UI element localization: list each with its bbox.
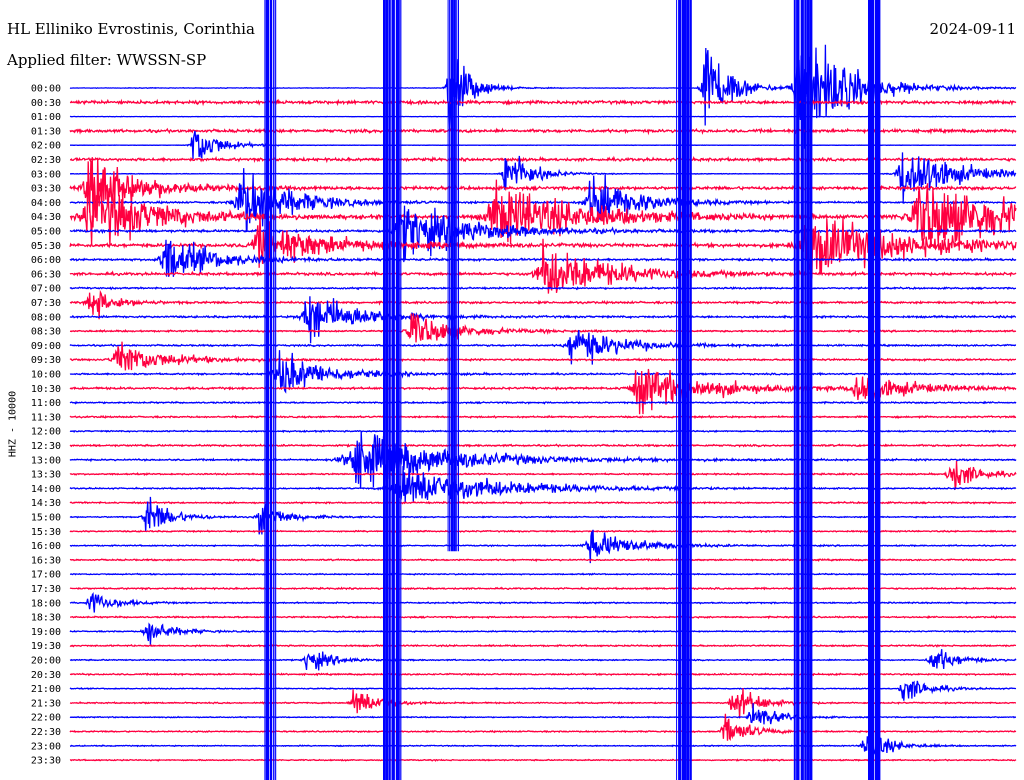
tick-label: 04:30 (31, 212, 61, 223)
trace-line (69, 463, 1017, 504)
tick-label: 06:30 (31, 269, 61, 280)
trace-line (69, 672, 1017, 677)
trace-line (69, 557, 1017, 563)
tick-label: 16:30 (31, 555, 61, 566)
tick-label: 14:30 (31, 498, 61, 509)
tick-label: 23:30 (31, 756, 61, 767)
trace-line (69, 649, 1017, 671)
trace-line (70, 130, 1017, 160)
tick-label: 00:30 (31, 98, 61, 109)
helicorder-chart: 00:00 00:30 01:00 01:30 02:00 02:30 03:00 03:30… (31, 0, 1017, 780)
tick-label: 01:30 (31, 126, 61, 137)
tick-label: 13:00 (31, 455, 61, 466)
trace-line (69, 529, 1017, 534)
tick-label: 10:30 (31, 384, 61, 395)
tick-label: 08:00 (31, 312, 61, 323)
tick-label: 19:00 (31, 627, 61, 638)
trace-line (69, 431, 1017, 489)
trace-line (69, 155, 1017, 164)
trace-line (69, 735, 1017, 756)
tick-label: 16:00 (31, 541, 61, 552)
tick-label: 07:30 (31, 298, 61, 309)
trace-line (69, 443, 1017, 448)
trace-line (69, 758, 1017, 762)
tick-label: 03:30 (31, 184, 61, 195)
tick-label: 18:30 (31, 613, 61, 624)
tick-label: 15:30 (31, 527, 61, 538)
tick-label: 22:00 (31, 713, 61, 724)
tick-label: 14:00 (31, 484, 61, 495)
trace-line (69, 529, 1017, 564)
seismic-traces (69, 0, 1017, 780)
trace-line (69, 350, 1017, 394)
trace-line (69, 591, 1017, 613)
burst-signal (447, 0, 459, 552)
burst-signal (264, 0, 277, 780)
tick-label: 07:00 (31, 284, 61, 295)
trace-line (69, 572, 1017, 576)
tick-label: 03:00 (31, 169, 61, 180)
tick-label: 12:00 (31, 427, 61, 438)
tick-label: 11:00 (31, 398, 61, 409)
tick-label: 04:00 (31, 198, 61, 209)
trace-line (69, 586, 1017, 591)
burst-signal (676, 0, 692, 780)
tick-label: 09:30 (31, 355, 61, 366)
burst-signal (793, 0, 813, 780)
tick-label: 17:00 (31, 570, 61, 581)
tick-label: 10:00 (31, 370, 61, 381)
tick-label: 22:30 (31, 727, 61, 738)
trace-line (69, 98, 1017, 107)
tick-label: 12:30 (31, 441, 61, 452)
tick-label: 05:30 (31, 241, 61, 252)
trace-line (69, 680, 1017, 701)
tick-label: 21:30 (31, 698, 61, 709)
tick-label: 19:30 (31, 641, 61, 652)
trace-line (69, 115, 1016, 118)
tick-label: 08:30 (31, 327, 61, 338)
trace-line (69, 400, 1017, 405)
tick-label: 23:00 (31, 741, 61, 752)
burst-signal (383, 0, 402, 780)
trace-line (69, 368, 1017, 415)
trace-line (69, 285, 1017, 291)
trace-line (69, 703, 1016, 725)
trace-line (69, 622, 1017, 645)
tick-label: 20:00 (31, 656, 61, 667)
tick-label: 18:00 (31, 598, 61, 609)
tick-label: 15:00 (31, 513, 61, 524)
tick-label: 17:30 (31, 584, 61, 595)
tick-label: 11:30 (31, 412, 61, 423)
tick-label: 09:00 (31, 341, 61, 352)
trace-line (69, 313, 1017, 343)
tick-label: 02:00 (31, 141, 61, 152)
trace-line (69, 44, 1017, 149)
trace-line (69, 414, 1017, 420)
tick-label: 21:00 (31, 684, 61, 695)
trace-line (69, 127, 1017, 136)
tick-label: 05:00 (31, 227, 61, 238)
tick-label: 01:00 (31, 112, 61, 123)
tick-labels: 00:00 00:30 01:00 01:30 02:00 02:30 03:00 03:30… (31, 84, 61, 767)
trace-line (69, 500, 1017, 505)
tick-label: 13:30 (31, 470, 61, 481)
trace-line (69, 289, 1017, 320)
tick-label: 20:30 (31, 670, 61, 681)
tick-label: 02:30 (31, 155, 61, 166)
trace-line (69, 296, 1016, 344)
tick-label: 00:00 (31, 84, 61, 95)
trace-line (70, 615, 1016, 620)
tick-label: 06:00 (31, 255, 61, 266)
trace-line (69, 643, 1017, 648)
trace-line (69, 688, 1016, 719)
trace-line (69, 429, 1017, 434)
